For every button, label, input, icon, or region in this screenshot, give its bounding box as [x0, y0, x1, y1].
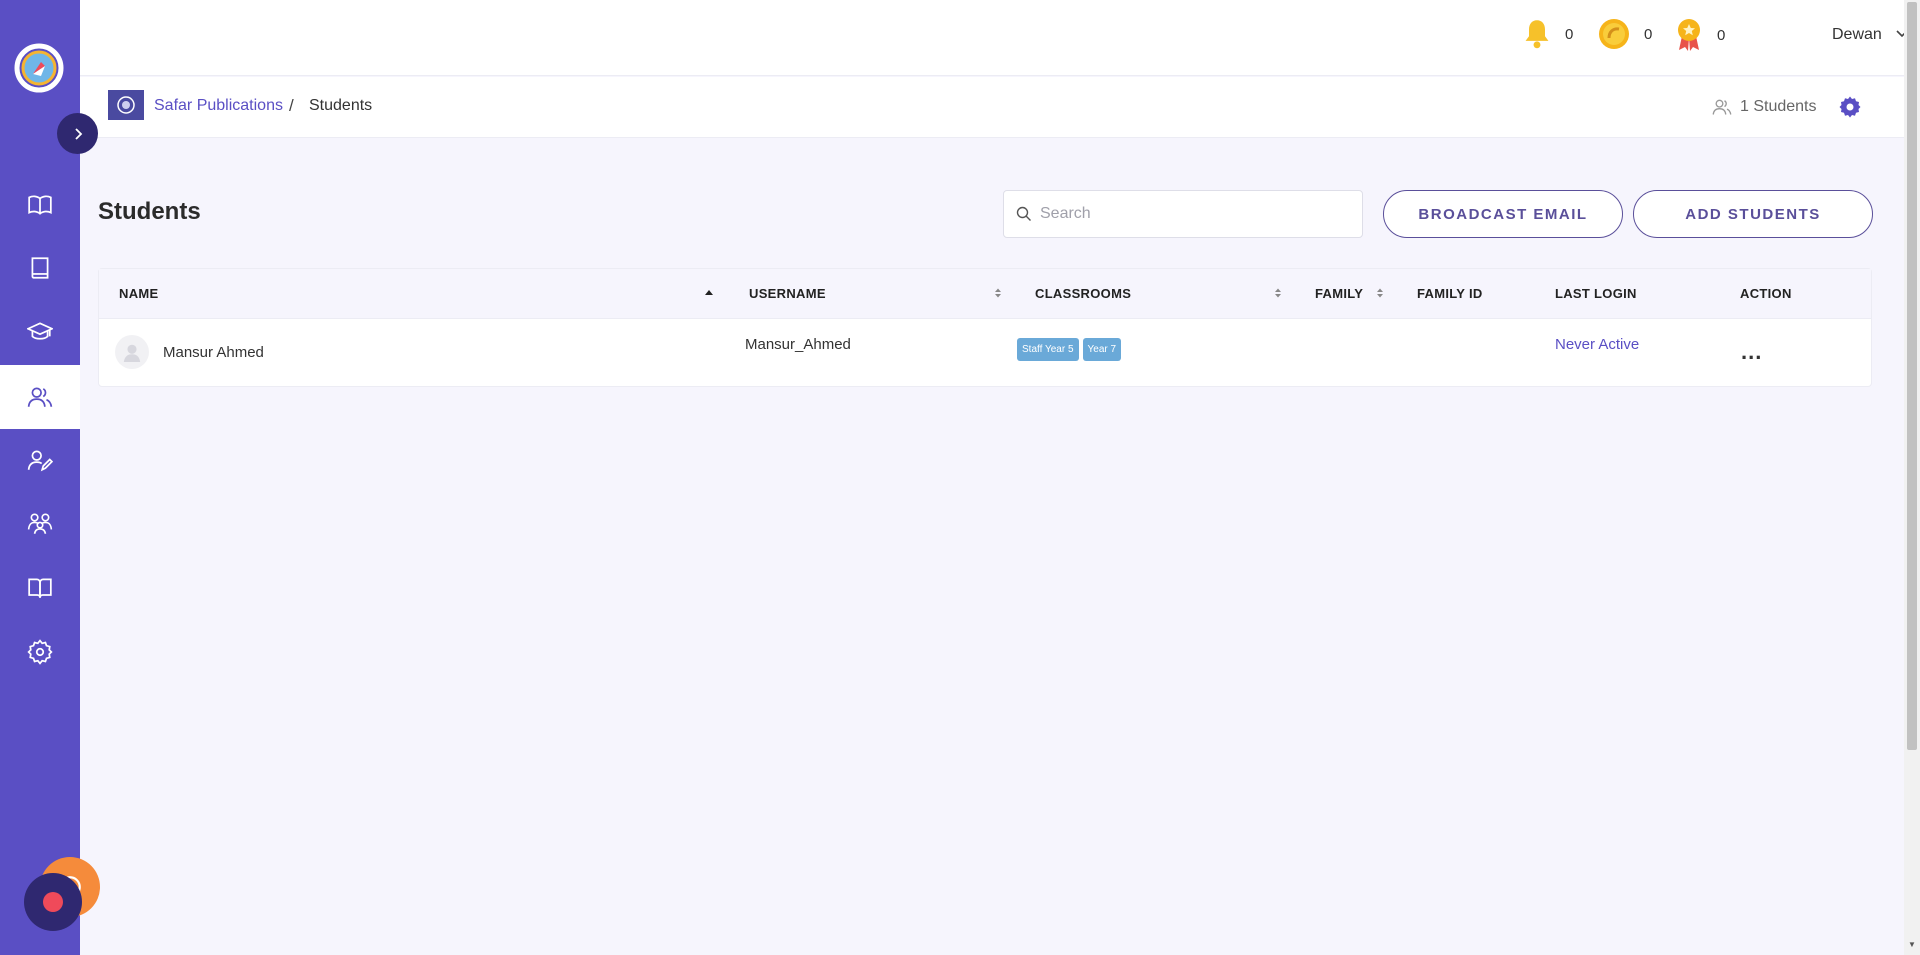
breadcrumb-current: Students — [309, 97, 373, 114]
book-open-icon — [28, 195, 52, 215]
sidebar-item-library[interactable] — [0, 236, 80, 300]
settings-gear-icon[interactable] — [1838, 95, 1862, 119]
coins[interactable]: 0 — [1598, 18, 1652, 50]
user-edit-icon — [27, 450, 53, 472]
sort-icon[interactable] — [1273, 287, 1283, 299]
record-button[interactable] — [24, 873, 82, 931]
scrollbar-thumb[interactable] — [1907, 2, 1917, 750]
column-header-family-id: FAMILY ID — [1417, 286, 1483, 301]
users-icon — [27, 387, 53, 407]
classroom-chip[interactable]: Staff Year 5 — [1017, 338, 1079, 361]
student-last-login: Never Active — [1555, 336, 1640, 353]
broadcast-email-button[interactable]: BROADCAST EMAIL — [1383, 190, 1623, 238]
app-logo[interactable] — [11, 36, 67, 102]
breadcrumb-org-link[interactable]: Safar Publications — [154, 97, 283, 115]
gear-icon — [27, 639, 53, 665]
book-icon — [31, 257, 49, 279]
table-row[interactable]: Mansur Ahmed Mansur_Ahmed Staff Year 5 Ye… — [99, 319, 1871, 386]
bell-icon — [1525, 20, 1549, 49]
add-students-button[interactable]: ADD STUDENTS — [1633, 190, 1873, 238]
table-header: NAME USERNAME CLASSROOMS FAMILY FAMILY I… — [99, 269, 1871, 319]
breadcrumb-separator: / — [289, 96, 294, 115]
classroom-chip[interactable]: Year 7 — [1082, 338, 1122, 361]
column-header-action: ACTION — [1740, 286, 1792, 301]
awards[interactable]: 0 — [1675, 18, 1725, 52]
chevron-right-icon — [74, 127, 82, 140]
record-dot-icon — [43, 892, 63, 912]
award-icon — [1678, 19, 1700, 51]
row-action-menu[interactable]: ... — [1741, 339, 1762, 365]
student-count-label: 1 Students — [1740, 98, 1817, 115]
column-header-classrooms[interactable]: CLASSROOMS — [1035, 286, 1131, 301]
column-header-last-login: LAST LOGIN — [1555, 286, 1637, 301]
awards-count: 0 — [1717, 26, 1726, 44]
notifications-count: 0 — [1565, 25, 1574, 43]
sidebar-item-students[interactable] — [0, 365, 80, 429]
search-box[interactable] — [1003, 190, 1363, 238]
user-name[interactable]: Dewan — [1832, 26, 1882, 44]
sidebar-expand-button[interactable] — [57, 113, 98, 154]
coins-count: 0 — [1644, 25, 1653, 43]
sort-asc-icon[interactable] — [704, 287, 714, 297]
sidebar-item-reading[interactable] — [0, 556, 80, 620]
graduation-cap-icon — [27, 322, 53, 340]
sidebar-item-families[interactable] — [0, 492, 80, 556]
sidebar-item-books[interactable] — [0, 173, 80, 237]
page-scrollbar[interactable]: ▼ — [1904, 0, 1920, 955]
org-logo — [108, 90, 144, 120]
column-header-name[interactable]: NAME — [119, 286, 158, 301]
student-avatar — [115, 335, 149, 369]
student-count: 1 Students — [1712, 97, 1817, 117]
search-icon — [1016, 206, 1031, 221]
scroll-down-arrow-icon[interactable]: ▼ — [1908, 940, 1916, 949]
top-bar: 0 0 0 Dewan — [80, 0, 1920, 76]
student-name[interactable]: Mansur Ahmed — [163, 344, 264, 361]
sidebar-item-classes[interactable] — [0, 300, 80, 364]
students-table: NAME USERNAME CLASSROOMS FAMILY FAMILY I… — [98, 268, 1872, 387]
search-input[interactable] — [1040, 205, 1340, 223]
column-header-username[interactable]: USERNAME — [749, 286, 826, 301]
users-icon — [1712, 99, 1732, 115]
student-username: Mansur_Ahmed — [745, 336, 851, 353]
sidebar-item-teachers[interactable] — [0, 428, 80, 492]
sidebar-item-settings[interactable] — [0, 620, 80, 684]
family-icon — [27, 513, 53, 534]
library-icon — [28, 578, 52, 598]
sort-icon[interactable] — [993, 287, 1003, 299]
sort-icon[interactable] — [1375, 287, 1385, 299]
user-icon — [123, 344, 141, 362]
student-classrooms: Staff Year 5 Year 7 — [1017, 338, 1125, 361]
breadcrumb-bar: Safar Publications / Students 1 Students — [80, 77, 1904, 138]
coin-icon — [1599, 19, 1629, 49]
notifications[interactable]: 0 — [1523, 18, 1573, 50]
page-title: Students — [98, 198, 201, 225]
column-header-family[interactable]: FAMILY — [1315, 286, 1363, 301]
